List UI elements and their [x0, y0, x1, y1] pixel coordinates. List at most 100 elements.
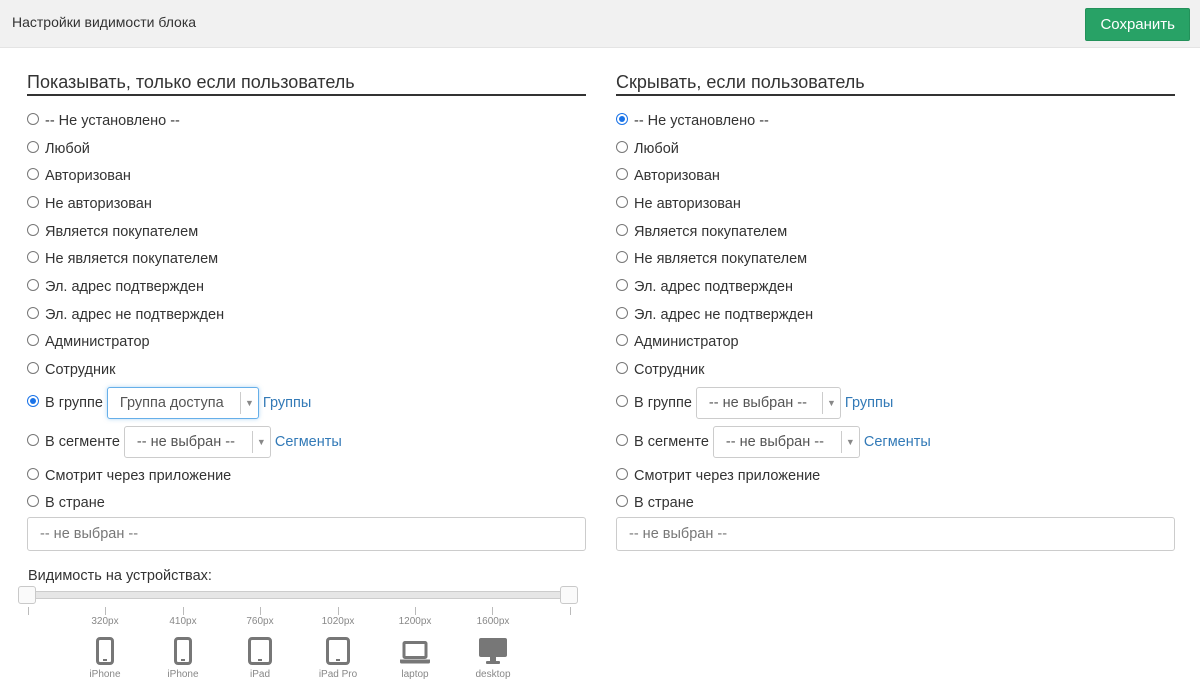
- radio-button[interactable]: [27, 278, 39, 291]
- hide-option[interactable]: Любой: [616, 135, 1175, 163]
- radio-button[interactable]: [27, 434, 39, 447]
- hide-option[interactable]: -- Не установлено --: [616, 107, 1175, 135]
- group-select[interactable]: -- не выбран -- ▼: [695, 387, 841, 420]
- show-option-segment[interactable]: В сегменте -- не выбран -- ▼ Сегменты: [27, 423, 586, 462]
- hide-option[interactable]: Не авторизован: [616, 190, 1175, 218]
- option-label: Администратор: [45, 334, 150, 351]
- slider-handle-min[interactable]: [18, 586, 36, 604]
- chevron-down-icon[interactable]: ▼: [251, 431, 270, 454]
- option-label: Смотрит через приложение: [634, 467, 821, 484]
- radio-button[interactable]: [27, 251, 39, 264]
- option-label: Не является покупателем: [45, 251, 219, 268]
- segment-select[interactable]: -- не выбран -- ▼: [712, 426, 860, 459]
- segments-link[interactable]: Сегменты: [864, 434, 931, 450]
- radio-button[interactable]: [27, 467, 39, 480]
- hide-option[interactable]: Эл. адрес подтвержден: [616, 273, 1175, 301]
- radio-button[interactable]: [616, 362, 628, 375]
- option-label: Является покупателем: [45, 223, 199, 240]
- slider-tick: [260, 607, 261, 615]
- radio-button[interactable]: [27, 195, 39, 208]
- device-name: iPhone: [89, 669, 121, 680]
- radio-button[interactable]: [616, 395, 628, 408]
- device-width: 760px: [246, 616, 274, 627]
- chevron-down-icon[interactable]: ▼: [840, 431, 859, 454]
- radio-button[interactable]: [616, 467, 628, 480]
- hide-option[interactable]: Администратор: [616, 329, 1175, 357]
- show-option[interactable]: Не авторизован: [27, 190, 586, 218]
- radio-button[interactable]: [616, 306, 628, 319]
- device-width: 410px: [169, 616, 197, 627]
- radio-button[interactable]: [27, 362, 39, 375]
- groups-link[interactable]: Группы: [845, 395, 893, 411]
- radio-button[interactable]: [616, 112, 628, 125]
- show-option[interactable]: Любой: [27, 135, 586, 163]
- tablet-icon: [248, 637, 272, 665]
- radio-button[interactable]: [27, 223, 39, 236]
- option-label: Эл. адрес не подтвержден: [45, 306, 225, 323]
- slider-handle-max[interactable]: [560, 586, 578, 604]
- hide-option[interactable]: Является покупателем: [616, 218, 1175, 246]
- groups-link[interactable]: Группы: [263, 395, 311, 411]
- save-button[interactable]: Сохранить: [1085, 8, 1190, 41]
- country-placeholder: -- не выбран --: [40, 526, 139, 543]
- country-placeholder: -- не выбран --: [629, 526, 728, 543]
- radio-button[interactable]: [27, 334, 39, 347]
- show-option[interactable]: Не является покупателем: [27, 245, 586, 273]
- device-width: 1200px: [398, 616, 432, 627]
- hide-heading: Скрывать, если пользователь: [616, 72, 1175, 96]
- radio-button[interactable]: [27, 140, 39, 153]
- hide-option-group[interactable]: В группе -- не выбран -- ▼ Группы: [616, 384, 1175, 423]
- show-option[interactable]: Эл. адрес не подтвержден: [27, 301, 586, 329]
- hide-option-segment[interactable]: В сегменте -- не выбран -- ▼ Сегменты: [616, 423, 1175, 462]
- radio-button[interactable]: [616, 223, 628, 236]
- device-iphone-320: 320px iPhone: [75, 616, 135, 680]
- radio-button[interactable]: [616, 168, 628, 181]
- country-select[interactable]: -- не выбран --: [27, 517, 586, 552]
- laptop-icon: [400, 641, 430, 664]
- show-option-app[interactable]: Смотрит через приложение: [27, 462, 586, 490]
- show-option-country[interactable]: В стране: [27, 490, 586, 518]
- segment-select[interactable]: -- не выбран -- ▼: [123, 426, 271, 459]
- show-option[interactable]: Администратор: [27, 329, 586, 357]
- radio-button[interactable]: [27, 168, 39, 181]
- option-label: В сегменте: [45, 434, 120, 451]
- group-select[interactable]: Группа доступа ▼: [106, 387, 259, 420]
- select-value: -- не выбран --: [708, 395, 807, 412]
- show-option[interactable]: -- Не установлено --: [27, 107, 586, 135]
- radio-button[interactable]: [27, 306, 39, 319]
- radio-button[interactable]: [27, 395, 39, 408]
- hide-option[interactable]: Не является покупателем: [616, 245, 1175, 273]
- radio-button[interactable]: [27, 495, 39, 508]
- radio-button[interactable]: [616, 334, 628, 347]
- radio-button[interactable]: [616, 195, 628, 208]
- show-options: -- Не установлено -- Любой Авторизован Н…: [27, 107, 586, 552]
- show-option[interactable]: Сотрудник: [27, 356, 586, 384]
- hide-option-country[interactable]: В стране: [616, 490, 1175, 518]
- show-option-group[interactable]: В группе Группа доступа ▼ Группы: [27, 384, 586, 423]
- segments-link[interactable]: Сегменты: [275, 434, 342, 450]
- show-option[interactable]: Авторизован: [27, 162, 586, 190]
- hide-option-app[interactable]: Смотрит через приложение: [616, 462, 1175, 490]
- radio-button[interactable]: [27, 112, 39, 125]
- chevron-down-icon[interactable]: ▼: [239, 392, 258, 415]
- radio-button[interactable]: [616, 278, 628, 291]
- slider-tick: [105, 607, 106, 615]
- option-label: В стране: [45, 495, 105, 512]
- device-iphone-410: 410px iPhone: [153, 616, 213, 680]
- chevron-down-icon[interactable]: ▼: [821, 392, 840, 415]
- hide-option[interactable]: Эл. адрес не подтвержден: [616, 301, 1175, 329]
- radio-button[interactable]: [616, 140, 628, 153]
- radio-button[interactable]: [616, 251, 628, 264]
- device-range-slider[interactable]: [20, 591, 578, 599]
- show-option[interactable]: Эл. адрес подтвержден: [27, 273, 586, 301]
- hide-option[interactable]: Авторизован: [616, 162, 1175, 190]
- tablet-icon: [326, 637, 350, 665]
- hide-option[interactable]: Сотрудник: [616, 356, 1175, 384]
- country-select[interactable]: -- не выбран --: [616, 517, 1175, 552]
- slider-tick: [492, 607, 493, 615]
- option-label: Авторизован: [45, 168, 131, 185]
- device-width: 1020px: [321, 616, 355, 627]
- radio-button[interactable]: [616, 434, 628, 447]
- radio-button[interactable]: [616, 495, 628, 508]
- show-option[interactable]: Является покупателем: [27, 218, 586, 246]
